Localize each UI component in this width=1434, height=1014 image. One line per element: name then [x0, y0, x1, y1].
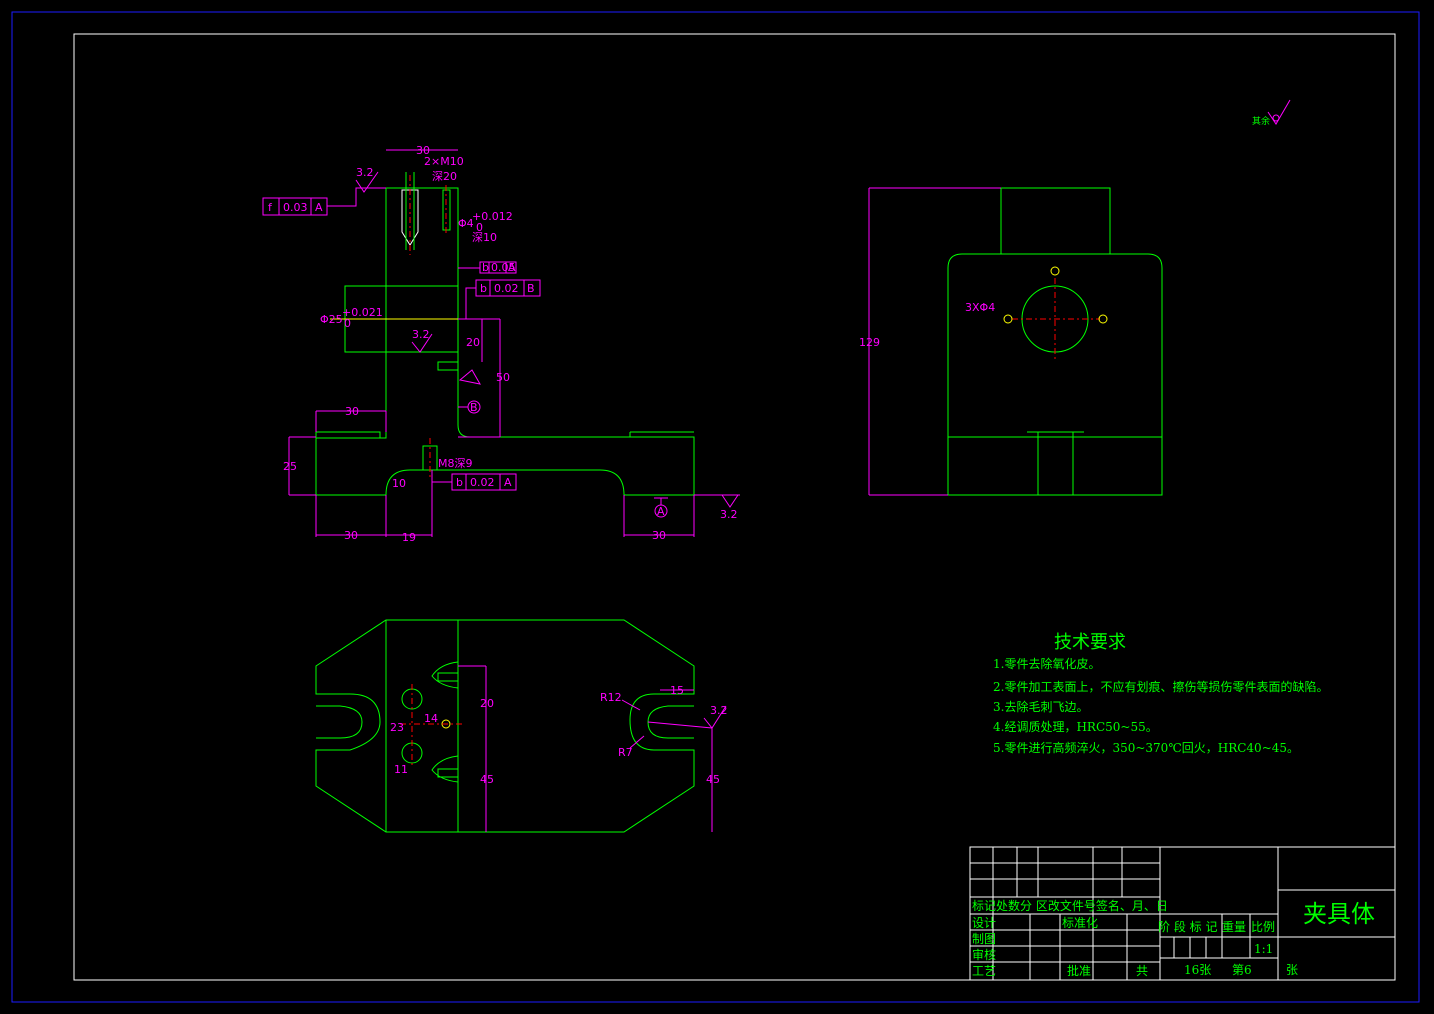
svg-text:45: 45 [480, 773, 494, 786]
tech-requirements: 技术要求 1.零件去除氧化皮。 2.零件加工表面上，不应有划痕、擦伤等损伤零件表… [993, 632, 1328, 755]
top-view: 20 14 23 11 45 R12 R7 15 3.2 45 [315, 619, 728, 833]
svg-text:14: 14 [424, 712, 438, 725]
svg-text:张: 张 [1286, 963, 1298, 977]
svg-text:3.2: 3.2 [710, 704, 728, 717]
title-block: 夹具体 标记处数分 区改文件号签名、月、日 标准化 阶 段 标 记 重量 比例 … [969, 846, 1396, 981]
svg-text:16张: 16张 [1184, 963, 1211, 977]
svg-text:10: 10 [392, 477, 406, 490]
cad-drawing: 其余 30 2×M10 深20 Φ4 +0.012 0 深10 3.2 f 0.… [11, 11, 1420, 1003]
svg-text:3.2: 3.2 [412, 328, 430, 341]
front-view: 30 2×M10 深20 Φ4 +0.012 0 深10 3.2 f 0.03 … [262, 144, 740, 544]
svg-text:b: b [480, 282, 487, 295]
svg-text:M8深9: M8深9 [438, 457, 473, 470]
fcf-top: f 0.03 A [262, 187, 386, 216]
svg-text:第6: 第6 [1232, 963, 1252, 977]
svg-text:B: B [527, 282, 535, 295]
svg-text:0.02: 0.02 [494, 282, 519, 295]
svg-text:15: 15 [670, 684, 684, 697]
svg-text:B: B [470, 401, 478, 414]
svg-text:b: b [482, 261, 489, 274]
outer-frame [11, 11, 1420, 1003]
tech-req-title: 技术要求 [1054, 632, 1126, 653]
svg-text:阶 段 标 记: 阶 段 标 记 [1158, 919, 1217, 934]
side-view: 3XΦ4 129 [859, 187, 1163, 496]
svg-text:制图: 制图 [972, 932, 996, 946]
svg-text:20: 20 [480, 697, 494, 710]
svg-text:批准: 批准 [1067, 963, 1091, 978]
inner-frame [73, 33, 1396, 981]
tech-req-item: 3.去除毛刺飞边。 [993, 699, 1088, 714]
svg-text:0: 0 [344, 317, 351, 330]
svg-text:深20: 深20 [432, 170, 457, 183]
svg-text:A: A [315, 201, 323, 214]
svg-text:0.03: 0.03 [283, 201, 308, 214]
svg-text:设计: 设计 [972, 916, 996, 930]
svg-text:重量: 重量 [1222, 920, 1246, 934]
svg-text:b: b [456, 476, 463, 489]
svg-text:A: A [657, 505, 665, 518]
svg-text:A: A [504, 476, 512, 489]
part-name: 夹具体 [1303, 900, 1375, 928]
svg-text:45: 45 [706, 773, 720, 786]
svg-text:3XΦ4: 3XΦ4 [965, 301, 995, 314]
svg-text:0.02: 0.02 [470, 476, 495, 489]
roughness-other-symbol: 其余 [1252, 99, 1291, 127]
svg-text:129: 129 [859, 336, 880, 349]
svg-text:1:1: 1:1 [1254, 942, 1273, 956]
svg-text:11: 11 [394, 763, 408, 776]
fcf-mid: b 0.02 B [465, 279, 541, 319]
svg-text:30: 30 [344, 529, 358, 542]
svg-text:3.2: 3.2 [356, 166, 374, 179]
svg-text:30: 30 [345, 405, 359, 418]
svg-text:23: 23 [390, 721, 404, 734]
tech-req-item: 2.零件加工表面上，不应有划痕、擦伤等损伤零件表面的缺陷。 [993, 679, 1328, 694]
svg-text:A: A [508, 261, 516, 274]
svg-text:其余: 其余 [1252, 115, 1270, 127]
svg-text:50: 50 [496, 371, 510, 384]
svg-text:标记处数分 区改文件号签名、月、日: 标记处数分 区改文件号签名、月、日 [972, 898, 1168, 913]
fcf-small: b 0.05 A [458, 261, 517, 274]
tech-req-item: 1.零件去除氧化皮。 [993, 656, 1100, 671]
svg-text:25: 25 [283, 460, 297, 473]
svg-text:f: f [268, 201, 273, 214]
svg-text:比例: 比例 [1251, 920, 1275, 934]
tech-req-item: 4.经调质处理，HRC50~55。 [993, 720, 1158, 734]
svg-text:20: 20 [466, 336, 480, 349]
svg-text:审核: 审核 [972, 947, 996, 962]
svg-text:共: 共 [1136, 964, 1148, 978]
fcf-bottom: b 0.02 A [431, 470, 517, 491]
svg-text:深10: 深10 [472, 231, 497, 244]
svg-text:2×M10: 2×M10 [424, 155, 464, 168]
svg-text:19: 19 [402, 531, 416, 544]
svg-text:30: 30 [652, 529, 666, 542]
tech-req-item: 5.零件进行高频淬火，350~370℃回火，HRC40~45。 [993, 740, 1299, 755]
svg-text:R12: R12 [600, 691, 622, 704]
svg-text:Φ25: Φ25 [320, 313, 343, 326]
svg-text:标准化: 标准化 [1062, 916, 1098, 930]
svg-text:工艺: 工艺 [972, 964, 996, 978]
svg-text:3.2: 3.2 [720, 508, 738, 521]
